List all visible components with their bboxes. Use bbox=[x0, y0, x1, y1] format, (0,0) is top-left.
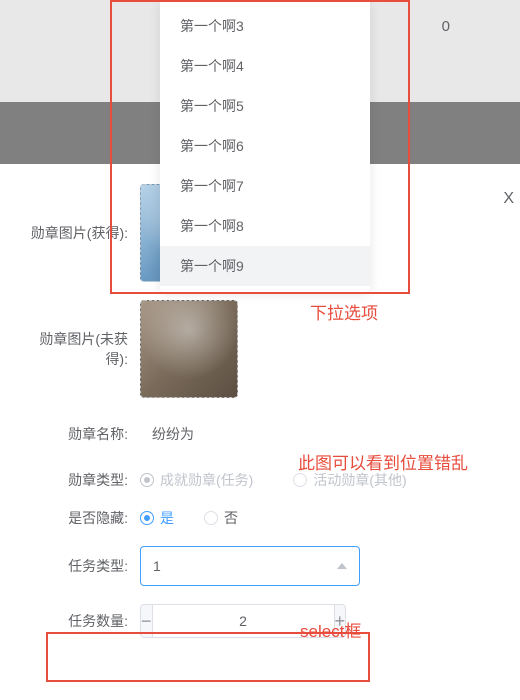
dropdown-item[interactable]: 第一个啊5 bbox=[160, 86, 370, 126]
dropdown-item[interactable]: 第一个啊6 bbox=[160, 126, 370, 166]
image-unobtained-upload[interactable] bbox=[140, 300, 238, 398]
dropdown-item[interactable]: 第一个啊7 bbox=[160, 166, 370, 206]
row-task-count: 任务数量: − + bbox=[20, 604, 490, 638]
label-image-obtained: 勋章图片(获得): bbox=[20, 223, 140, 243]
label-task-count: 任务数量: bbox=[20, 611, 140, 631]
radio-circle-icon bbox=[140, 511, 154, 525]
row-task-type: 任务类型: 1 bbox=[20, 546, 490, 586]
label-type: 勋章类型: bbox=[20, 470, 140, 490]
task-count-input[interactable] bbox=[153, 604, 334, 638]
row-image-unobtained: 勋章图片(未获得): bbox=[20, 300, 490, 398]
chevron-up-icon bbox=[337, 563, 347, 569]
label-hidden: 是否隐藏: bbox=[20, 508, 140, 528]
radio-circle-icon bbox=[140, 473, 154, 487]
name-input[interactable] bbox=[140, 416, 360, 452]
label-image-unobtained: 勋章图片(未获得): bbox=[20, 329, 140, 369]
radio-label: 否 bbox=[224, 508, 238, 528]
radio-label: 是 bbox=[160, 508, 174, 528]
dropdown-item[interactable]: 第一个啊9 bbox=[160, 246, 370, 286]
row-type: 勋章类型: 成就勋章(任务) 活动勋章(其他) bbox=[20, 470, 490, 490]
type-radio-group: 成就勋章(任务) 活动勋章(其他) bbox=[140, 470, 407, 490]
radio-label: 活动勋章(其他) bbox=[313, 470, 406, 490]
label-task-type: 任务类型: bbox=[20, 556, 140, 576]
task-count-stepper: − + bbox=[140, 604, 290, 638]
radio-type-activity[interactable]: 活动勋章(其他) bbox=[293, 470, 406, 490]
radio-circle-icon bbox=[204, 511, 218, 525]
task-type-select[interactable]: 1 bbox=[140, 546, 360, 586]
dropdown-item[interactable]: 第一个啊8 bbox=[160, 206, 370, 246]
radio-circle-icon bbox=[293, 473, 307, 487]
radio-hidden-yes[interactable]: 是 bbox=[140, 508, 174, 528]
row-hidden: 是否隐藏: 是 否 bbox=[20, 508, 490, 528]
dropdown-item[interactable]: 第一个啊4 bbox=[160, 46, 370, 86]
radio-hidden-no[interactable]: 否 bbox=[204, 508, 238, 528]
header-count: 0 bbox=[442, 18, 450, 102]
stepper-increase-button[interactable]: + bbox=[334, 604, 347, 638]
dropdown-item[interactable]: 第一个啊3 bbox=[160, 6, 370, 46]
row-name: 勋章名称: bbox=[20, 416, 490, 452]
dropdown-panel: 第一个啊3 第一个啊4 第一个啊5 第一个啊6 第一个啊7 第一个啊8 第一个啊… bbox=[160, 0, 370, 292]
label-name: 勋章名称: bbox=[20, 424, 140, 444]
radio-type-achievement[interactable]: 成就勋章(任务) bbox=[140, 470, 253, 490]
radio-label: 成就勋章(任务) bbox=[160, 470, 253, 490]
select-value: 1 bbox=[153, 558, 161, 574]
hidden-radio-group: 是 否 bbox=[140, 508, 238, 528]
stepper-decrease-button[interactable]: − bbox=[140, 604, 153, 638]
